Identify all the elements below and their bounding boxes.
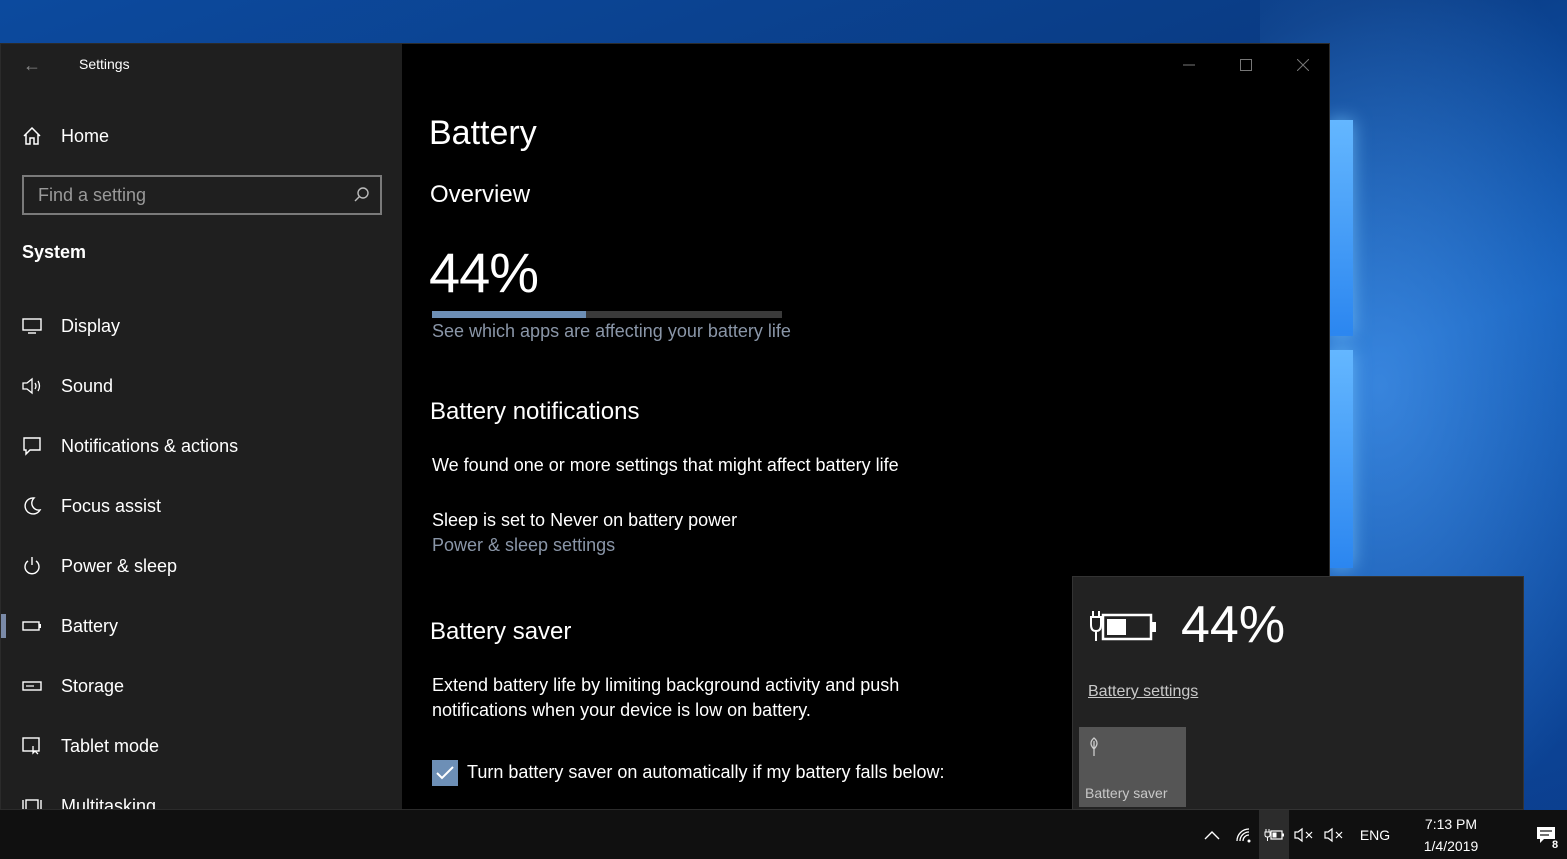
- sidebar-item-notifications[interactable]: Notifications & actions: [1, 426, 402, 466]
- battery-saver-checkbox[interactable]: [432, 760, 458, 786]
- leaf-icon: [1087, 737, 1101, 762]
- battery-flyout: 44% Battery settings Battery saver: [1072, 576, 1524, 810]
- window-controls: [1160, 44, 1329, 86]
- checkmark-icon: [436, 766, 454, 780]
- search-box[interactable]: [22, 175, 382, 215]
- home-label: Home: [61, 125, 110, 146]
- battery-charging-icon: [1087, 607, 1159, 650]
- search-input[interactable]: [24, 177, 344, 213]
- sidebar-item-label: Storage: [61, 675, 125, 696]
- moon-icon: [21, 495, 43, 517]
- back-button[interactable]: ←: [15, 53, 49, 77]
- volume-muted-button[interactable]: [1289, 810, 1319, 859]
- title-bar: ← Settings: [1, 44, 402, 86]
- search-icon[interactable]: [352, 185, 372, 205]
- battery-tray-button[interactable]: [1259, 810, 1289, 859]
- battery-icon: [21, 615, 43, 637]
- tablet-mode-icon: [21, 735, 43, 757]
- taskbar: ENG 7:13 PM 1/4/2019 8: [0, 810, 1567, 859]
- minimize-button[interactable]: [1160, 44, 1217, 86]
- battery-saver-tile[interactable]: Battery saver: [1079, 727, 1186, 807]
- power-icon: [21, 555, 43, 577]
- battery-saver-heading: Battery saver: [430, 618, 572, 645]
- wallpaper-window-pane: [1329, 350, 1353, 568]
- battery-level-bar: [432, 311, 782, 318]
- battery-charging-icon: [1264, 828, 1284, 841]
- sidebar-item-label: Power & sleep: [61, 555, 178, 576]
- sleep-status-text: Sleep is set to Never on battery power: [432, 510, 738, 530]
- flyout-battery-percentage: 44%: [1181, 596, 1286, 654]
- home-link[interactable]: Home: [1, 122, 402, 150]
- battery-settings-link[interactable]: Battery settings: [1088, 683, 1198, 701]
- page-title: Battery: [429, 114, 537, 152]
- show-hidden-icons-button[interactable]: [1197, 810, 1227, 859]
- apps-battery-link[interactable]: See which apps are affecting your batter…: [432, 321, 791, 342]
- power-sleep-link[interactable]: Power & sleep settings: [432, 535, 615, 556]
- sidebar-item-storage[interactable]: Storage: [1, 666, 402, 706]
- network-button[interactable]: [1229, 810, 1259, 859]
- sidebar-item-sound[interactable]: Sound: [1, 366, 402, 406]
- wallpaper-window-pane: [1329, 120, 1353, 336]
- sidebar-item-display[interactable]: Display: [1, 306, 402, 346]
- clock-date: 1/4/2019: [1423, 837, 1479, 854]
- notifications-heading: Battery notifications: [430, 398, 640, 425]
- saver-description-line: notifications when your device is low on…: [432, 700, 811, 720]
- battery-level-fill: [432, 311, 586, 318]
- sidebar-item-focus-assist[interactable]: Focus assist: [1, 486, 402, 526]
- action-center-button[interactable]: 8: [1527, 810, 1565, 859]
- app-title: Settings: [79, 56, 130, 72]
- sidebar-item-multitasking[interactable]: Multitasking: [1, 786, 402, 810]
- system-tray: ENG 7:13 PM 1/4/2019 8: [1197, 810, 1567, 859]
- chevron-up-icon: [1204, 830, 1220, 839]
- close-button[interactable]: [1274, 44, 1329, 86]
- section-label: System: [22, 242, 87, 262]
- battery-percentage: 44%: [429, 241, 539, 304]
- sidebar-item-battery[interactable]: Battery: [1, 606, 402, 646]
- speaker-icon: [21, 375, 43, 397]
- clock-time: 7:13 PM: [1424, 815, 1478, 832]
- sidebar-item-label: Display: [61, 315, 121, 336]
- speaker-muted-icon: [1324, 827, 1343, 842]
- volume-muted-button[interactable]: [1319, 810, 1349, 859]
- notification-count-badge: 8: [1551, 839, 1559, 851]
- battery-saver-tile-label: Battery saver: [1085, 785, 1168, 801]
- sidebar-item-label: Tablet mode: [61, 735, 160, 756]
- clock[interactable]: 7:13 PM 1/4/2019: [1401, 810, 1501, 859]
- sidebar-item-label: Battery: [61, 615, 119, 636]
- sidebar: ← Settings Home System Display: [1, 44, 402, 810]
- sidebar-item-label: Focus assist: [61, 495, 162, 516]
- home-icon: [21, 125, 43, 147]
- sidebar-item-label: Sound: [61, 375, 114, 396]
- display-icon: [21, 315, 43, 337]
- multitasking-icon: [21, 795, 43, 809]
- sidebar-item-label: Multitasking: [61, 795, 157, 810]
- wifi-icon: [1236, 827, 1251, 842]
- overview-heading: Overview: [430, 181, 531, 208]
- speaker-muted-icon: [1294, 827, 1313, 842]
- notification-icon: [21, 435, 43, 457]
- notifications-text: We found one or more settings that might…: [432, 455, 899, 475]
- sidebar-item-tablet-mode[interactable]: Tablet mode: [1, 726, 402, 766]
- sidebar-item-label: Notifications & actions: [61, 435, 239, 456]
- saver-description-line: Extend battery life by limiting backgrou…: [432, 675, 900, 695]
- sidebar-item-power-sleep[interactable]: Power & sleep: [1, 546, 402, 586]
- maximize-button[interactable]: [1217, 44, 1274, 86]
- battery-saver-checkbox-label[interactable]: Turn battery saver on automatically if m…: [467, 762, 945, 783]
- storage-icon: [21, 675, 43, 697]
- input-language-indicator[interactable]: ENG: [1351, 810, 1399, 859]
